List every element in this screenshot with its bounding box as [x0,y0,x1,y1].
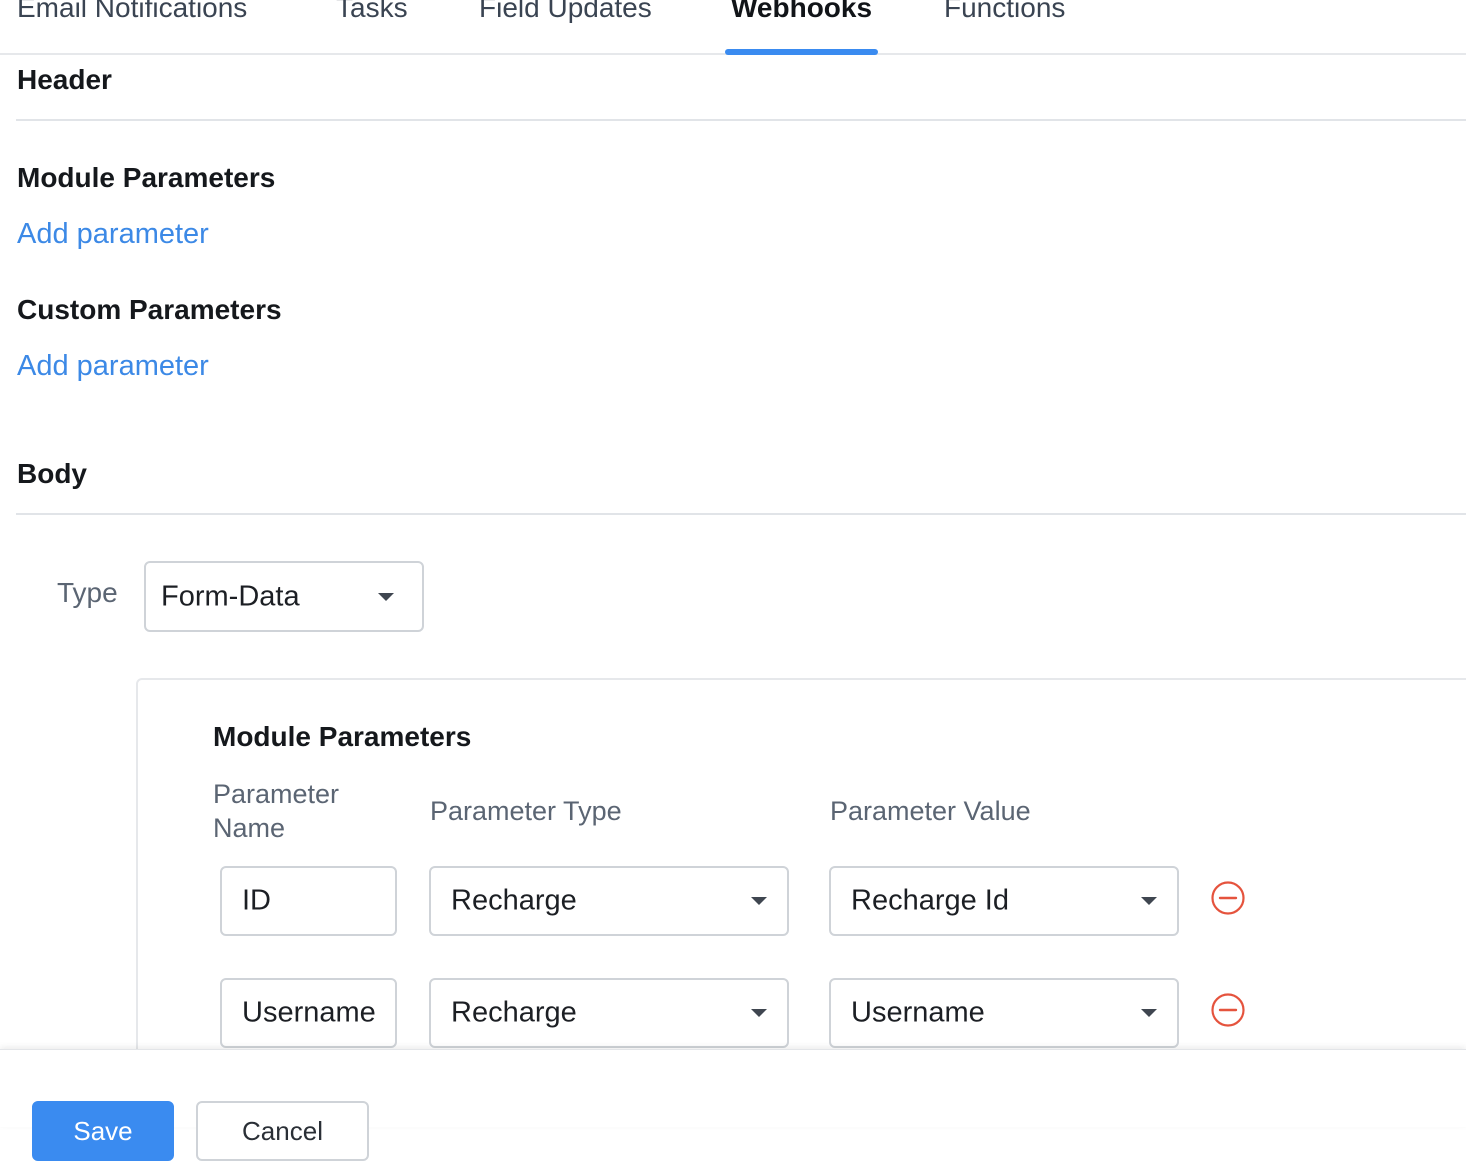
parameter-type-select[interactable]: Recharge [429,978,789,1048]
save-button[interactable]: Save [32,1101,174,1161]
parameter-name-input[interactable]: Username [220,978,397,1048]
parameter-type-value: Recharge [451,996,577,1029]
minus-circle-icon [1211,881,1245,915]
minus-circle-icon [1211,993,1245,1027]
parameter-value-select[interactable]: Recharge Id [829,866,1179,936]
tab-tasks[interactable]: Tasks [336,0,408,24]
header-divider [16,119,1466,121]
parameter-name-value: ID [242,884,271,917]
parameter-name-value: Username [242,996,376,1029]
caret-down-icon [1141,897,1157,905]
custom-parameters-title: Custom Parameters [17,294,282,325]
footer-bar: Save Cancel [0,1049,1466,1161]
add-module-parameter-link[interactable]: Add parameter [17,218,209,251]
body-type-value: Form-Data [161,580,300,612]
cancel-button[interactable]: Cancel [196,1101,369,1161]
remove-row-button[interactable] [1211,881,1245,915]
parameter-type-value: Recharge [451,884,577,917]
caret-down-icon [751,1009,767,1017]
active-tab-indicator [725,49,878,55]
tab-field-updates[interactable]: Field Updates [479,0,652,24]
tab-bar: Email Notifications Tasks Field Updates … [0,0,1466,55]
parameter-name-input[interactable]: ID [220,866,397,936]
tab-webhooks[interactable]: Webhooks [731,0,872,24]
body-type-label: Type [57,577,118,608]
parameter-value-select[interactable]: Username [829,978,1179,1048]
parameter-value-value: Username [851,996,985,1029]
caret-down-icon [751,897,767,905]
column-header-parameter-type: Parameter Type [430,796,622,826]
caret-down-icon [1141,1009,1157,1017]
parameter-value-value: Recharge Id [851,884,1009,917]
body-type-select[interactable]: Form-Data [144,561,424,632]
remove-row-button[interactable] [1211,993,1245,1027]
tab-email-notifications[interactable]: Email Notifications [17,0,247,24]
column-header-parameter-value: Parameter Value [830,796,1031,826]
body-module-parameters-title: Module Parameters [213,721,472,752]
caret-down-icon [378,592,394,601]
column-header-parameter-name: Parameter Name [213,779,340,843]
header-section-title: Header [17,64,112,95]
body-section-title: Body [17,458,87,489]
tab-functions[interactable]: Functions [944,0,1065,24]
body-divider [16,513,1466,515]
add-custom-parameter-link[interactable]: Add parameter [17,350,209,383]
parameter-type-select[interactable]: Recharge [429,866,789,936]
module-parameters-title: Module Parameters [17,162,276,193]
